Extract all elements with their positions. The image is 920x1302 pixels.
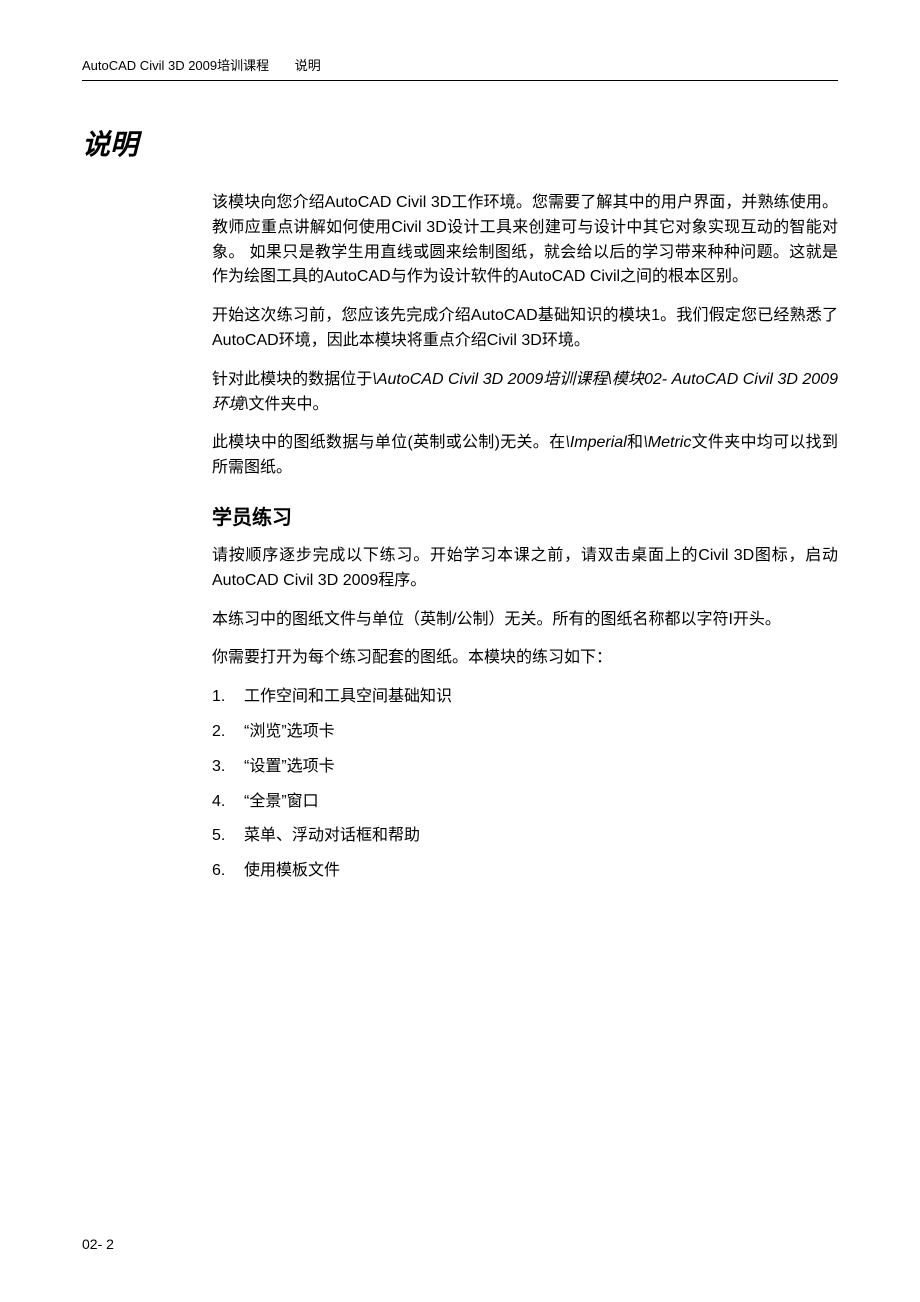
- paragraph-2: 开始这次练习前，您应该先完成介绍AutoCAD基础知识的模块1。我们假定您已经熟…: [212, 304, 838, 354]
- header-section-text: 说明: [295, 58, 321, 73]
- p4-metric-italic: \Metric: [643, 434, 691, 451]
- header-course-text: AutoCAD Civil 3D 2009培训课程: [82, 58, 269, 73]
- section-subtitle: 学员练习: [212, 501, 838, 530]
- list-item: 4. “全景”窗口: [212, 790, 838, 815]
- page-title: 说明: [82, 123, 838, 163]
- paragraph-6: 本练习中的图纸文件与单位（英制/公制）无关。所有的图纸名称都以字符I开头。: [212, 608, 838, 633]
- list-text: “全景”窗口: [244, 790, 838, 815]
- list-item: 5. 菜单、浮动对话框和帮助: [212, 824, 838, 849]
- list-text: 使用模板文件: [244, 859, 838, 884]
- paragraph-3: 针对此模块的数据位于\AutoCAD Civil 3D 2009培训课程\模块0…: [212, 368, 838, 418]
- list-text: “浏览”选项卡: [244, 720, 838, 745]
- p4-imperial-italic: \Imperial: [565, 434, 626, 451]
- list-text: 菜单、浮动对话框和帮助: [244, 824, 838, 849]
- p4-text-c: 和: [627, 434, 644, 451]
- p3-text-a: 针对此模块的数据位于: [212, 371, 372, 388]
- content-container: 该模块向您介绍AutoCAD Civil 3D工作环境。您需要了解其中的用户界面…: [212, 191, 838, 884]
- p3-text-c: 文件夹中。: [248, 396, 328, 413]
- paragraph-1: 该模块向您介绍AutoCAD Civil 3D工作环境。您需要了解其中的用户界面…: [212, 191, 838, 290]
- list-num: 6.: [212, 859, 244, 884]
- list-item: 2. “浏览”选项卡: [212, 720, 838, 745]
- list-item: 1. 工作空间和工具空间基础知识: [212, 685, 838, 710]
- list-item: 6. 使用模板文件: [212, 859, 838, 884]
- list-text: 工作空间和工具空间基础知识: [244, 685, 838, 710]
- list-num: 2.: [212, 720, 244, 745]
- list-num: 5.: [212, 824, 244, 849]
- document-page: AutoCAD Civil 3D 2009培训课程 说明 说明 该模块向您介绍A…: [0, 0, 920, 949]
- page-header: AutoCAD Civil 3D 2009培训课程 说明: [82, 55, 838, 81]
- paragraph-5: 请按顺序逐步完成以下练习。开始学习本课之前，请双击桌面上的Civil 3D图标，…: [212, 544, 838, 594]
- paragraph-7: 你需要打开为每个练习配套的图纸。本模块的练习如下：: [212, 646, 838, 671]
- list-num: 1.: [212, 685, 244, 710]
- list-item: 3. “设置”选项卡: [212, 755, 838, 780]
- list-text: “设置”选项卡: [244, 755, 838, 780]
- list-num: 4.: [212, 790, 244, 815]
- exercise-list: 1. 工作空间和工具空间基础知识 2. “浏览”选项卡 3. “设置”选项卡 4…: [212, 685, 838, 884]
- paragraph-4: 此模块中的图纸数据与单位(英制或公制)无关。在\Imperial和\Metric…: [212, 431, 838, 481]
- list-num: 3.: [212, 755, 244, 780]
- p4-text-a: 此模块中的图纸数据与单位(英制或公制)无关。在: [212, 434, 565, 451]
- page-footer: 02- 2: [82, 1236, 114, 1252]
